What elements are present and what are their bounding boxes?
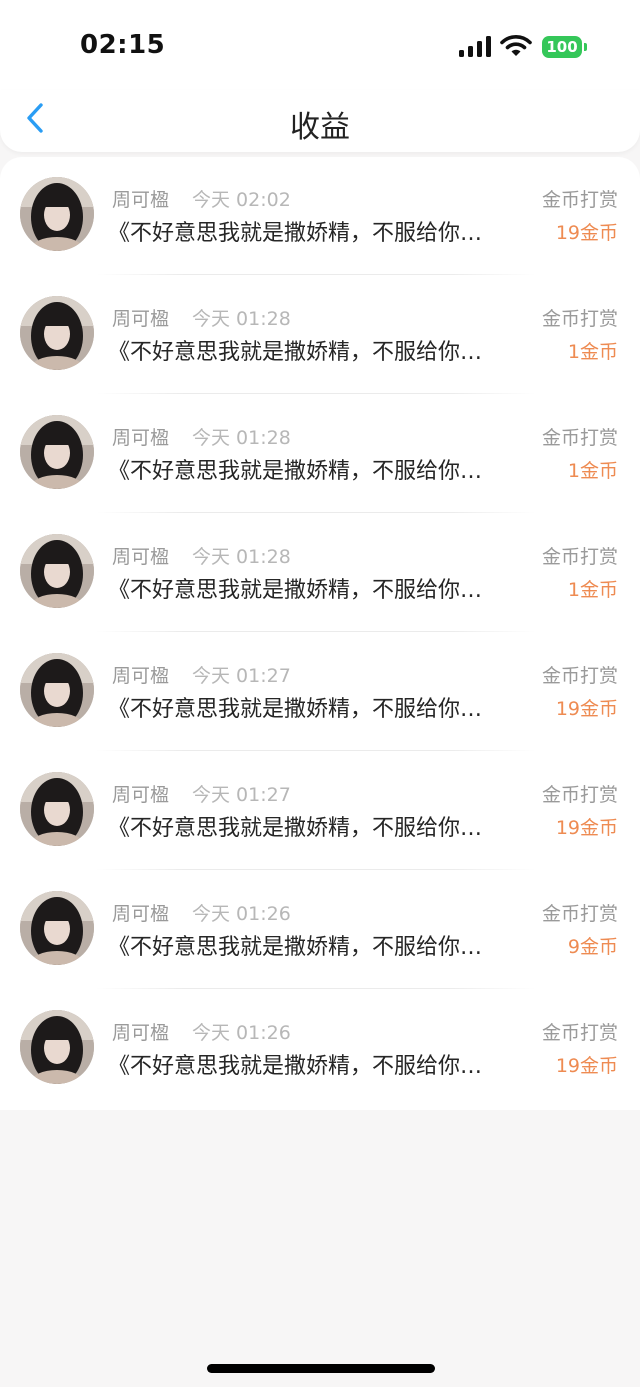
item-title: 《不好意思我就是撒娇精，不服给你… — [108, 1054, 483, 1079]
user-name: 周可楹 — [112, 903, 170, 925]
avatar[interactable] — [20, 415, 94, 489]
divider — [96, 274, 536, 275]
earnings-list: 周可楹 今天 02:02 《不好意思我就是撒娇精，不服给你… 金币打赏 19金币… — [0, 157, 640, 1110]
status-time: 02:15 — [80, 30, 166, 60]
divider — [96, 869, 536, 870]
reward-amount: 19金币 — [555, 817, 618, 839]
list-item[interactable]: 周可楹 今天 01:27 《不好意思我就是撒娇精，不服给你… 金币打赏 19金币 — [0, 633, 640, 752]
reward-type: 金币打赏 — [541, 427, 618, 449]
list-item[interactable]: 周可楹 今天 01:28 《不好意思我就是撒娇精，不服给你… 金币打赏 1金币 — [0, 514, 640, 633]
list-item[interactable]: 周可楹 今天 02:02 《不好意思我就是撒娇精，不服给你… 金币打赏 19金币 — [0, 157, 640, 276]
reward-type: 金币打赏 — [541, 189, 618, 211]
item-title: 《不好意思我就是撒娇精，不服给你… — [108, 340, 483, 365]
timestamp: 今天 01:26 — [192, 903, 291, 925]
battery-cap — [584, 43, 587, 51]
list-item[interactable]: 周可楹 今天 01:26 《不好意思我就是撒娇精，不服给你… 金币打赏 9金币 — [0, 871, 640, 990]
reward-type: 金币打赏 — [541, 784, 618, 806]
avatar[interactable] — [20, 891, 94, 965]
divider — [96, 512, 536, 513]
page-title: 收益 — [290, 110, 350, 145]
divider — [96, 988, 536, 989]
nav-bar: 收益 — [0, 90, 640, 152]
item-title: 《不好意思我就是撒娇精，不服给你… — [108, 816, 483, 841]
user-name: 周可楹 — [112, 1022, 170, 1044]
reward-amount: 1金币 — [567, 341, 618, 363]
list-item[interactable]: 周可楹 今天 01:28 《不好意思我就是撒娇精，不服给你… 金币打赏 1金币 — [0, 276, 640, 395]
list-item[interactable]: 周可楹 今天 01:26 《不好意思我就是撒娇精，不服给你… 金币打赏 19金币 — [0, 990, 640, 1109]
reward-amount: 19金币 — [555, 698, 618, 720]
reward-amount: 1金币 — [567, 460, 618, 482]
timestamp: 今天 01:27 — [192, 665, 291, 687]
reward-type: 金币打赏 — [541, 1022, 618, 1044]
user-name: 周可楹 — [112, 427, 170, 449]
list-item[interactable]: 周可楹 今天 01:28 《不好意思我就是撒娇精，不服给你… 金币打赏 1金币 — [0, 395, 640, 514]
avatar[interactable] — [20, 177, 94, 251]
reward-amount: 9金币 — [567, 936, 618, 958]
user-name: 周可楹 — [112, 784, 170, 806]
item-title: 《不好意思我就是撒娇精，不服给你… — [108, 578, 483, 603]
item-title: 《不好意思我就是撒娇精，不服给你… — [108, 221, 483, 246]
avatar[interactable] — [20, 772, 94, 846]
divider — [96, 631, 536, 632]
timestamp: 今天 01:27 — [192, 784, 291, 806]
timestamp: 今天 01:28 — [192, 546, 291, 568]
avatar[interactable] — [20, 296, 94, 370]
user-name: 周可楹 — [112, 308, 170, 330]
item-title: 《不好意思我就是撒娇精，不服给你… — [108, 935, 483, 960]
home-indicator[interactable] — [207, 1364, 435, 1373]
item-title: 《不好意思我就是撒娇精，不服给你… — [108, 459, 483, 484]
wifi-icon — [500, 35, 532, 56]
reward-type: 金币打赏 — [541, 665, 618, 687]
reward-amount: 19金币 — [555, 1055, 618, 1077]
user-name: 周可楹 — [112, 546, 170, 568]
reward-amount: 1金币 — [567, 579, 618, 601]
reward-type: 金币打赏 — [541, 308, 618, 330]
avatar[interactable] — [20, 1010, 94, 1084]
cellular-signal-icon — [459, 36, 491, 57]
user-name: 周可楹 — [112, 665, 170, 687]
status-bar: 02:15 100 — [0, 0, 640, 90]
list-item[interactable]: 周可楹 今天 01:27 《不好意思我就是撒娇精，不服给你… 金币打赏 19金币 — [0, 752, 640, 871]
battery-level: 100 — [542, 36, 582, 58]
avatar[interactable] — [20, 653, 94, 727]
item-title: 《不好意思我就是撒娇精，不服给你… — [108, 697, 483, 722]
timestamp: 今天 02:02 — [192, 189, 291, 211]
reward-type: 金币打赏 — [541, 903, 618, 925]
divider — [96, 750, 536, 751]
user-name: 周可楹 — [112, 189, 170, 211]
battery-icon: 100 — [542, 36, 587, 58]
reward-amount: 19金币 — [555, 222, 618, 244]
reward-type: 金币打赏 — [541, 546, 618, 568]
divider — [96, 393, 536, 394]
timestamp: 今天 01:28 — [192, 308, 291, 330]
avatar[interactable] — [20, 534, 94, 608]
timestamp: 今天 01:26 — [192, 1022, 291, 1044]
timestamp: 今天 01:28 — [192, 427, 291, 449]
